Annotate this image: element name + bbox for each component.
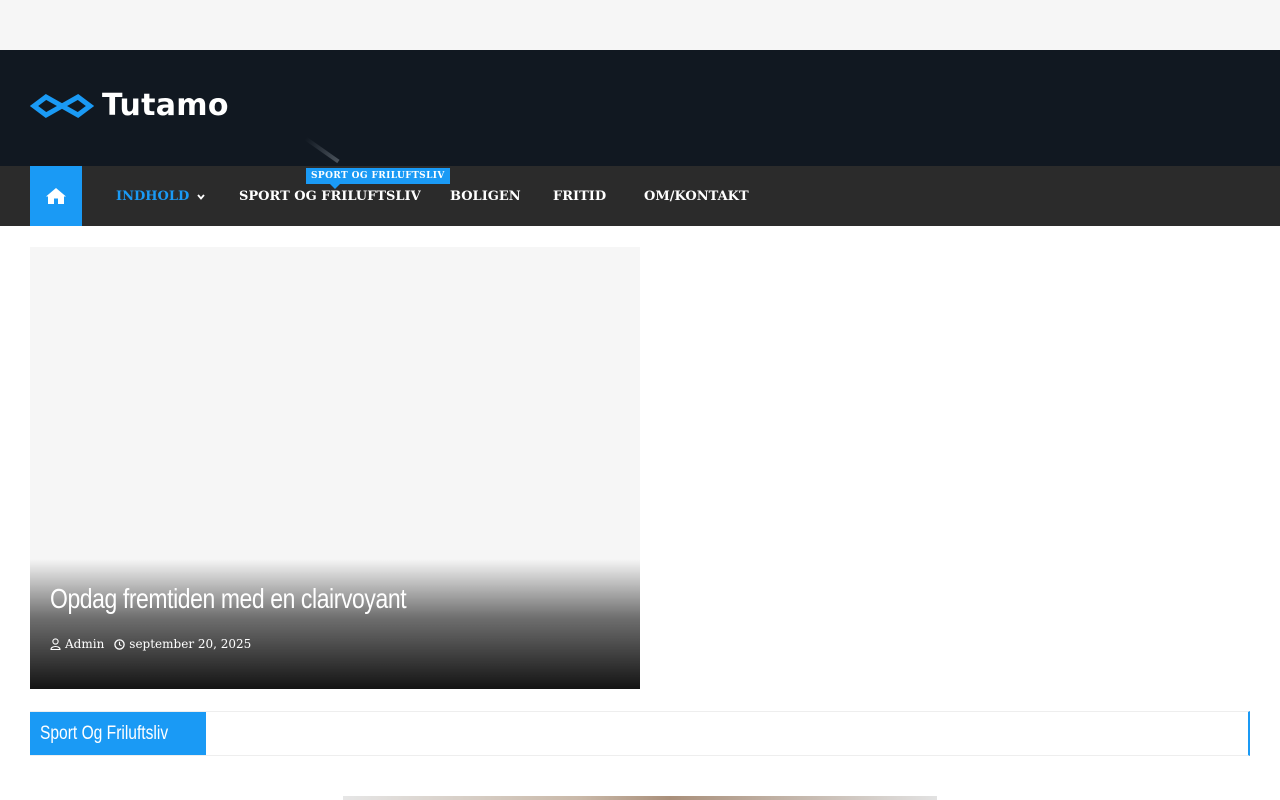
post-date: september 20, 2025 (114, 637, 251, 651)
site-logo[interactable]: Tutamo (30, 90, 229, 122)
logo-infinity-icon (30, 94, 94, 118)
nav-item-om-kontakt[interactable]: OM/KONTAKT (644, 166, 749, 226)
nav-item-label: SPORT OG FRILUFTSLIV (239, 188, 421, 204)
nav-item-indhold[interactable]: INDHOLD (116, 166, 205, 226)
post-author[interactable]: Admin (50, 637, 104, 651)
post-date-text: september 20, 2025 (129, 637, 252, 651)
section-title: Sport Og Friluftsliv (30, 712, 207, 755)
site-header: Tutamo (0, 50, 1280, 166)
nav-item-label: FRITID (553, 188, 607, 204)
nav-item-label: BOLIGEN (450, 188, 521, 204)
section-header: Sport Og Friluftsliv (30, 711, 1250, 756)
nav-item-fritid[interactable]: FRITID (553, 166, 606, 226)
post-thumbnail[interactable] (343, 796, 937, 800)
nav-category-badge: SPORT OG FRILUFTSLIV (306, 168, 450, 189)
site-name: Tutamo (102, 88, 229, 123)
main-nav: INDHOLD SPORT OG FRILUFTSLIV BOLIGEN FRI… (0, 136, 1280, 226)
featured-post-meta: Admin september 20, 2025 (50, 637, 261, 651)
featured-post[interactable]: Opdag fremtiden med en clairvoyant Admin… (30, 247, 640, 689)
featured-overlay (30, 559, 640, 689)
nav-item-label: INDHOLD (116, 188, 190, 204)
home-icon (46, 188, 66, 204)
nav-item-label: OM/KONTAKT (644, 188, 749, 204)
nav-item-boligen[interactable]: BOLIGEN (450, 166, 521, 226)
home-button[interactable] (30, 166, 82, 226)
featured-post-title[interactable]: Opdag fremtiden med en clairvoyant (50, 583, 407, 615)
post-author-name: Admin (65, 637, 105, 651)
clock-icon (114, 638, 126, 650)
chevron-down-icon (197, 189, 205, 204)
section-title-text: Sport Og Friluftsliv (40, 722, 169, 744)
top-bar (0, 0, 1280, 50)
user-icon (50, 638, 61, 650)
